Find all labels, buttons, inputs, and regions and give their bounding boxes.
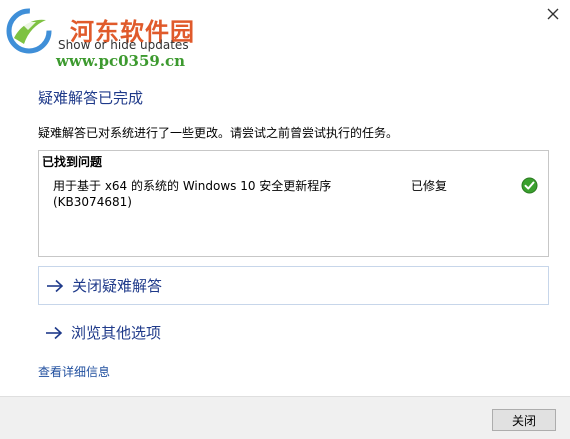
problems-found-panel: 已找到问题 用于基于 x64 的系统的 Windows 10 安全更新程序 (K… [38,150,549,257]
check-icon [521,177,538,194]
problem-name: 用于基于 x64 的系统的 Windows 10 安全更新程序 [53,179,332,193]
close-troubleshooter-label: 关闭疑难解答 [72,277,163,295]
browse-options-label: 浏览其他选项 [71,324,162,342]
close-icon[interactable] [544,5,562,23]
footer-bar: 关闭 [0,396,570,439]
page-heading: 疑难解答已完成 [38,89,144,107]
problem-name-continued: (KB3074681) [53,195,132,209]
close-troubleshooter-button[interactable]: 关闭疑难解答 [38,266,549,305]
problem-status: 已修复 [411,179,448,193]
close-button[interactable]: 关闭 [492,409,556,431]
watermark-url: www.pc0359.cn [56,52,186,70]
watermark-logo-icon [6,8,52,54]
arrow-right-icon [46,326,63,339]
problems-header: 已找到问题 [42,155,103,169]
description-text: 疑难解答已对系统进行了一些更改。请尝试之前曾尝试执行的任务。 [38,126,399,140]
window-title: Show or hide updates [58,38,189,52]
view-details-link[interactable]: 查看详细信息 [38,363,110,380]
arrow-right-icon [47,279,64,292]
browse-options-button[interactable]: 浏览其他选项 [38,313,549,352]
